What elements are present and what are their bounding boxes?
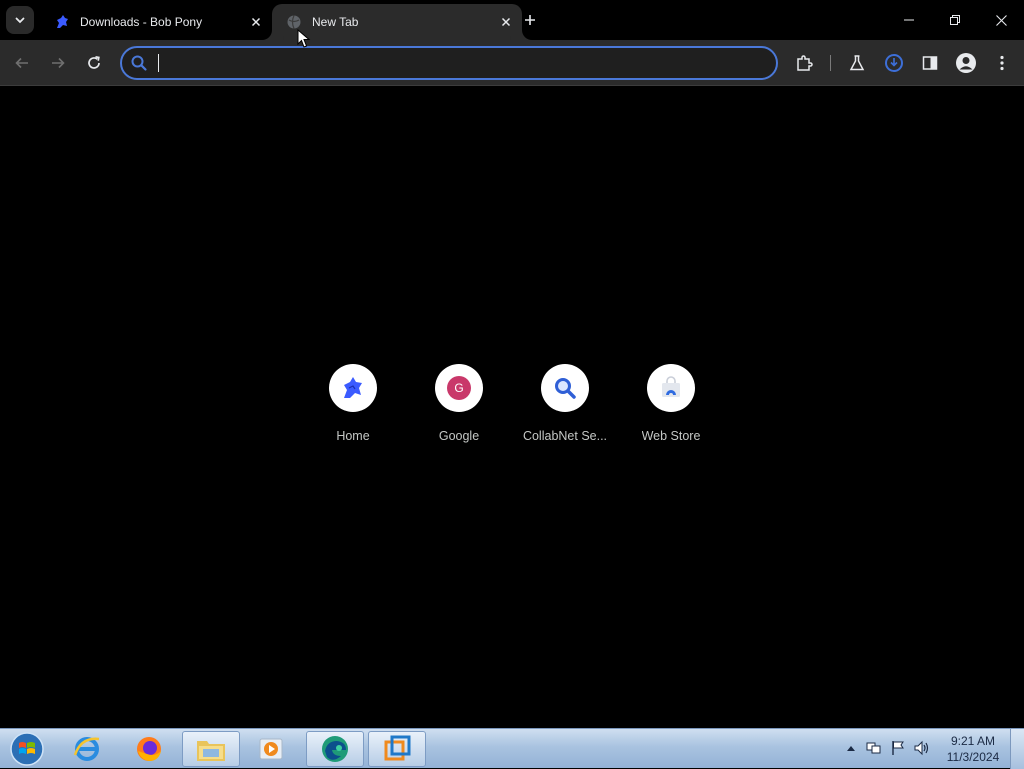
side-panel-icon xyxy=(922,56,938,70)
close-tab-icon[interactable] xyxy=(496,12,516,32)
minimize-button[interactable] xyxy=(886,0,932,40)
menu-button[interactable] xyxy=(988,49,1016,77)
close-icon xyxy=(995,14,1007,26)
network-icon xyxy=(866,742,881,754)
restore-icon xyxy=(950,15,960,25)
reload-button[interactable] xyxy=(80,49,108,77)
new-tab-page: Home G Google CollabNet Se... Web Store xyxy=(0,87,1024,728)
extensions-button[interactable] xyxy=(790,49,818,77)
taskbar-media-player[interactable] xyxy=(242,731,300,767)
shortcut-icon-circle xyxy=(329,364,377,412)
shortcut-label: Web Store xyxy=(641,429,701,443)
tab-title: Downloads - Bob Pony xyxy=(80,15,203,29)
address-input[interactable] xyxy=(159,49,776,77)
show-desktop-button[interactable] xyxy=(1010,729,1024,769)
globe-icon xyxy=(286,14,302,30)
side-panel-button[interactable] xyxy=(916,49,944,77)
tab-title: New Tab xyxy=(312,15,359,29)
profile-button[interactable] xyxy=(952,49,980,77)
close-window-button[interactable] xyxy=(978,0,1024,40)
flag-icon xyxy=(892,741,904,755)
new-tab-button[interactable] xyxy=(518,8,542,32)
taskbar-internet-explorer[interactable] xyxy=(58,731,116,767)
bob-pony-favicon-icon xyxy=(54,14,70,30)
shortcut-label: CollabNet Se... xyxy=(522,429,608,443)
minimize-icon xyxy=(904,19,914,21)
shortcut-icon-circle xyxy=(541,364,589,412)
browser-toolbar xyxy=(0,40,1024,86)
chevron-down-icon xyxy=(15,17,25,24)
bob-pony-logo-icon xyxy=(344,377,362,398)
reload-icon xyxy=(88,55,100,69)
google-letter-icon: G xyxy=(447,376,471,400)
flask-icon xyxy=(849,55,865,71)
shortcuts-grid: Home G Google CollabNet Se... Web Store xyxy=(300,363,724,453)
taskbar-vmware[interactable] xyxy=(368,731,426,767)
network-tray-icon[interactable] xyxy=(865,739,883,757)
shortcut-icon-circle: G xyxy=(435,364,483,412)
shortcut-collabnet[interactable]: CollabNet Se... xyxy=(512,363,618,453)
shortcut-web-store[interactable]: Web Store xyxy=(618,363,724,453)
address-bar[interactable] xyxy=(120,46,778,80)
web-store-icon xyxy=(662,376,680,397)
magnifier-icon xyxy=(555,378,576,399)
taskbar-edge[interactable] xyxy=(306,731,364,767)
windows-taskbar: 9:21 AM 11/3/2024 xyxy=(0,728,1024,769)
speaker-icon xyxy=(914,740,929,756)
firefox-icon xyxy=(137,737,161,761)
shortcut-label: Home xyxy=(336,429,370,443)
labs-button[interactable] xyxy=(843,49,871,77)
shortcut-label: Google xyxy=(438,429,480,443)
start-button[interactable] xyxy=(6,731,48,767)
volume-tray-icon[interactable] xyxy=(913,739,931,757)
forward-button[interactable] xyxy=(44,49,72,77)
clock-time: 9:21 AM xyxy=(950,734,996,748)
toolbar-separator xyxy=(830,55,831,71)
search-icon xyxy=(124,48,154,78)
windows-logo-icon xyxy=(10,732,44,766)
media-player-icon xyxy=(259,738,283,760)
tab-search-button[interactable] xyxy=(6,6,34,34)
back-button[interactable] xyxy=(8,49,36,77)
clock-date: 11/3/2024 xyxy=(946,750,1000,764)
folder-icon xyxy=(197,741,225,761)
downloads-button[interactable] xyxy=(880,49,908,77)
edge-icon xyxy=(322,736,348,762)
internet-explorer-icon xyxy=(73,737,100,761)
tab-downloads[interactable]: Downloads - Bob Pony xyxy=(40,4,272,40)
system-clock[interactable]: 9:21 AM 11/3/2024 xyxy=(940,733,1006,765)
vmware-icon xyxy=(384,735,411,761)
restore-button[interactable] xyxy=(932,0,978,40)
avatar-icon xyxy=(956,53,976,73)
download-progress-icon xyxy=(885,54,903,72)
taskbar-firefox[interactable] xyxy=(120,731,178,767)
mouse-cursor-icon xyxy=(297,29,311,48)
taskbar-file-explorer[interactable] xyxy=(182,731,240,767)
puzzle-piece-icon xyxy=(797,55,813,71)
triangle-up-icon xyxy=(847,746,855,751)
action-center-tray-icon[interactable] xyxy=(889,739,907,757)
plus-icon xyxy=(525,15,535,25)
shortcut-home[interactable]: Home xyxy=(300,363,406,453)
arrow-right-icon xyxy=(52,57,65,69)
shortcut-icon-circle xyxy=(647,364,695,412)
more-vertical-icon xyxy=(1000,55,1004,71)
tab-strip: Downloads - Bob Pony New Tab xyxy=(0,0,1024,40)
google-letter: G xyxy=(454,381,464,395)
show-hidden-icons-button[interactable] xyxy=(842,739,860,757)
shortcut-google[interactable]: G Google xyxy=(406,363,512,453)
arrow-left-icon xyxy=(15,57,28,69)
